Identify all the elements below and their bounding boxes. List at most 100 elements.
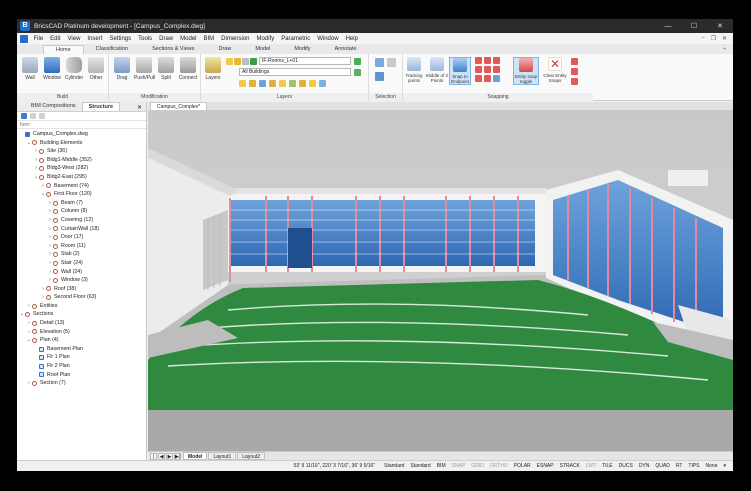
status-toggle[interactable]: DYN <box>636 463 653 469</box>
status-toggle[interactable]: GRID <box>468 463 487 469</box>
tab-sections-views[interactable]: Sections & Views <box>140 45 206 54</box>
tree-item[interactable]: › Room (11) <box>17 242 146 251</box>
tracking-points-button[interactable]: Tracking points <box>403 57 425 83</box>
status-toggle[interactable]: Standard <box>381 463 407 469</box>
snap-extra-1-icon[interactable] <box>571 58 578 65</box>
status-toggle[interactable]: STRACK <box>557 463 583 469</box>
tree-item[interactable]: › Second Floor (63) <box>17 293 146 302</box>
minimize-button[interactable]: — <box>655 23 681 30</box>
layer-tool-4-icon[interactable] <box>269 80 276 87</box>
first-layout-button[interactable]: |◀ <box>150 452 157 467</box>
select-filter-icon[interactable] <box>387 58 396 67</box>
tab-model-space[interactable]: Model <box>183 452 208 460</box>
snap-endpoint-button[interactable]: Snap to Endpoint <box>449 57 471 85</box>
status-toggle[interactable]: RT <box>673 463 686 469</box>
tab-structure[interactable]: Structure <box>81 102 121 111</box>
status-toggle[interactable]: ORTHO <box>487 463 511 469</box>
status-toggle[interactable]: Standard <box>407 463 433 469</box>
tree-item[interactable]: ⌄ Plan (4) <box>17 336 146 345</box>
tab-layout2[interactable]: Layout2 <box>237 452 266 460</box>
tree-item[interactable]: › Entities <box>17 302 146 311</box>
drag-button[interactable]: Drag <box>112 57 132 81</box>
status-toggle[interactable]: TILE <box>599 463 616 469</box>
tree-item[interactable]: ⌄ Bldg2-East (295) <box>17 173 146 182</box>
layer-filter-combo[interactable]: All Buildings <box>239 68 351 76</box>
structure-settings-icon[interactable] <box>30 113 36 119</box>
snap-mode-4-icon[interactable] <box>475 66 482 73</box>
last-layout-button[interactable]: ▶| <box>174 452 181 460</box>
tree-item[interactable]: Campus_Complex.dwg <box>17 130 146 139</box>
status-toggle[interactable]: ▾ <box>720 463 729 469</box>
status-toggle[interactable]: DUCS <box>616 463 636 469</box>
tree-item[interactable]: ⌄ First Floor (120) <box>17 190 146 199</box>
window-button[interactable]: Window <box>42 57 62 81</box>
tree-item[interactable]: › Door (17) <box>17 233 146 242</box>
tree-item[interactable]: Flr 2 Plan <box>17 362 146 371</box>
layer-lock-icon[interactable] <box>242 58 249 65</box>
split-button[interactable]: Split <box>156 57 176 81</box>
tree-item[interactable]: ⌄ Building Elements <box>17 139 146 148</box>
maximize-button[interactable]: ☐ <box>681 22 707 30</box>
tree-item[interactable]: › Stair (24) <box>17 259 146 268</box>
menu-draw[interactable]: Draw <box>156 36 177 42</box>
snap-mode-1-icon[interactable] <box>475 57 482 64</box>
menu-bim[interactable]: BIM <box>200 36 218 42</box>
tree-item[interactable]: › CurtainWall (18) <box>17 225 146 234</box>
tab-model[interactable]: Model <box>243 45 282 54</box>
layer-tool-6-icon[interactable] <box>289 80 296 87</box>
menu-tools[interactable]: Tools <box>135 36 156 42</box>
tree-item[interactable]: › Window (3) <box>17 276 146 285</box>
snap-mode-5-icon[interactable] <box>484 66 491 73</box>
layers-button[interactable]: Layers <box>203 57 223 81</box>
tree-item[interactable]: › Site (36) <box>17 147 146 156</box>
ribbon-collapse-button[interactable]: ⌃ <box>722 47 733 54</box>
snap-mode-9-icon[interactable] <box>493 75 500 82</box>
prev-layout-button[interactable]: ◀ <box>158 452 165 460</box>
tree-item[interactable]: ⌄ Sections <box>17 310 146 319</box>
layer-freeze-icon[interactable] <box>234 58 241 65</box>
tab-layout1[interactable]: Layout1 <box>208 452 237 460</box>
doc-restore-button[interactable]: ❐ <box>711 35 716 42</box>
next-layout-button[interactable]: ▶ <box>166 452 173 460</box>
layer-color-icon[interactable] <box>250 58 257 65</box>
tab-home[interactable]: Home <box>43 45 84 54</box>
menu-file[interactable]: File <box>30 36 47 42</box>
menu-help[interactable]: Help <box>342 36 361 42</box>
menu-insert[interactable]: Insert <box>84 36 106 42</box>
menu-window[interactable]: Window <box>314 36 342 42</box>
clear-entity-snaps-button[interactable]: ✕ Clear Entity Snaps <box>543 57 567 83</box>
tab-modify[interactable]: Modify <box>282 45 322 54</box>
tree-item[interactable]: › Roof (38) <box>17 285 146 294</box>
panel-search-input[interactable]: Item <box>17 121 146 129</box>
snap-extra-3-icon[interactable] <box>571 78 578 85</box>
menu-modify[interactable]: Modify <box>253 36 278 42</box>
snap-mode-6-icon[interactable] <box>493 66 500 73</box>
select-icon[interactable] <box>375 58 384 67</box>
tree-item[interactable]: › Detail (13) <box>17 319 146 328</box>
tree-item[interactable]: › Bldg3-West (282) <box>17 164 146 173</box>
layer-combo[interactable]: IF-Rooms_L+01 <box>259 57 351 65</box>
status-toggle[interactable]: None <box>703 463 721 469</box>
status-toggle[interactable]: LWT <box>583 463 599 469</box>
layer-filter-icon[interactable] <box>354 69 361 76</box>
tree-item[interactable]: › Bldg1-Middle (352) <box>17 156 146 165</box>
layer-tool-2-icon[interactable] <box>249 80 256 87</box>
structure-refresh-icon[interactable] <box>39 113 45 119</box>
document-tab-campus-complex[interactable]: Campus_Complex* <box>150 102 208 110</box>
status-toggle[interactable]: SNAP <box>449 463 469 469</box>
tab-annotate[interactable]: Annotate <box>323 45 369 54</box>
layer-tool-3-icon[interactable] <box>259 80 266 87</box>
other-button[interactable]: Other <box>86 57 106 81</box>
snap-mode-3-icon[interactable] <box>493 57 500 64</box>
menu-settings[interactable]: Settings <box>106 36 135 42</box>
status-toggle[interactable]: BIM <box>434 463 449 469</box>
menu-parametric[interactable]: Parametric <box>278 36 314 42</box>
layer-refresh-icon[interactable] <box>354 58 361 65</box>
layer-tool-9-icon[interactable] <box>319 80 326 87</box>
push-pull-button[interactable]: Push/Pull <box>134 57 155 81</box>
status-toggle[interactable]: QUAD <box>652 463 672 469</box>
doc-minimize-button[interactable]: − <box>701 35 705 42</box>
app-menu-icon[interactable] <box>20 34 28 43</box>
close-button[interactable]: ✕ <box>707 22 733 30</box>
tree-item[interactable]: › Slab (2) <box>17 250 146 259</box>
